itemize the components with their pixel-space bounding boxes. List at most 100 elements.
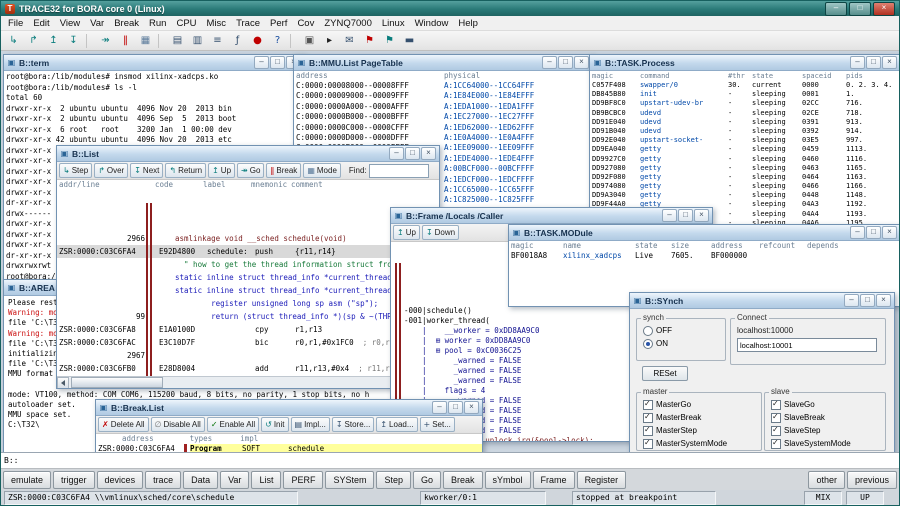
scrollbar-thumb[interactable]	[71, 377, 163, 388]
close-button[interactable]: ×	[574, 56, 589, 69]
reset-button[interactable]: RESet	[642, 366, 688, 381]
softkey-list[interactable]: List	[251, 471, 281, 489]
checkbox-slavestep[interactable]: SlaveStep	[771, 426, 885, 437]
menu-file[interactable]: File	[3, 18, 28, 29]
pagetable-row[interactable]: C:0000:0000A000--0000AFFFA:1EDA1000--1ED…	[296, 102, 590, 112]
window-titlebar[interactable]: ▣ B::TASK.MODule –□×	[509, 225, 899, 241]
app-minimize-button[interactable]: –	[825, 2, 847, 16]
close-button[interactable]: ×	[421, 147, 436, 160]
window-titlebar[interactable]: ▣ B::List –□×	[57, 146, 439, 162]
asm-row[interactable]: ZSR:0000:C03C6FA8E1A0100Dcpyr1,r13	[57, 323, 439, 336]
softkey-frame[interactable]: Frame	[533, 471, 575, 489]
checkbox-slavesystemmode[interactable]: SlaveSystemMode	[771, 439, 885, 450]
chip-icon[interactable]: ▣	[300, 32, 319, 50]
pagetable-row[interactable]: C:0000:0000D000--0000DFFFA:1E0A4000--1E0…	[296, 133, 590, 143]
up-button[interactable]: ↥Up	[208, 163, 235, 178]
softkey-var[interactable]: Var	[220, 471, 249, 489]
disable-all-button[interactable]: ∅Disable All	[151, 417, 205, 432]
maximize-button[interactable]: □	[405, 147, 420, 160]
softkey-trigger[interactable]: trigger	[53, 471, 95, 489]
softkey-step[interactable]: Step	[376, 471, 411, 489]
manual-icon[interactable]: ▬	[400, 32, 419, 50]
app-close-button[interactable]: ×	[873, 2, 895, 16]
process-row[interactable]: DD927080getty-sleeping04631165.	[592, 164, 898, 173]
minimize-button[interactable]: –	[850, 56, 865, 69]
maximize-button[interactable]: □	[866, 56, 881, 69]
menu-help[interactable]: Help	[453, 18, 483, 29]
asm-row[interactable]: ZSR:0000:C03C6FB0E28D8004addr11,r13,#0x4…	[57, 362, 439, 375]
menu-cpu[interactable]: CPU	[171, 18, 201, 29]
go-icon[interactable]: ↠	[96, 32, 115, 50]
dump-window-icon[interactable]: ▥	[188, 32, 207, 50]
process-row[interactable]: DD9927C0getty-sleeping04601116.	[592, 155, 898, 164]
minimize-button[interactable]: –	[389, 147, 404, 160]
set--button[interactable]: +Set...	[420, 417, 455, 432]
softkey-previous[interactable]: previous	[847, 471, 897, 489]
window-titlebar[interactable]: ▣ B::MMU.List PageTable –□×	[294, 55, 592, 71]
minimize-button[interactable]: –	[662, 209, 677, 222]
step-button[interactable]: ↳Step	[59, 163, 92, 178]
softkey-other[interactable]: other	[808, 471, 845, 489]
command-line[interactable]: B::	[1, 452, 899, 468]
menu-edit[interactable]: Edit	[28, 18, 54, 29]
source-row[interactable]: 99 return (struct thread_info *)(sp & ~(…	[57, 310, 439, 323]
mail-icon[interactable]: ✉	[340, 32, 359, 50]
breakpoint-row[interactable]: ZSR:0000:C03C6FA4ProgramSOFTschedule	[96, 444, 482, 452]
process-row[interactable]: DD92F080getty-sleeping04641163.	[592, 173, 898, 182]
app-titlebar[interactable]: T TRACE32 for BORA core 0 (Linux) –□×	[1, 1, 899, 16]
checkbox-slavebreak[interactable]: SlaveBreak	[771, 413, 885, 424]
window-titlebar[interactable]: ▣ B::Break.List –□×	[96, 400, 482, 416]
process-row[interactable]: DD9EA040getty-sleeping04591113.	[592, 145, 898, 154]
scroll-left-button[interactable]	[57, 377, 69, 389]
close-button[interactable]: ×	[876, 294, 891, 307]
checkbox-slavego[interactable]: SlaveGo	[771, 400, 885, 411]
step-over-icon[interactable]: ↱	[24, 32, 43, 50]
store--button[interactable]: ↧Store...	[332, 417, 375, 432]
menu-var[interactable]: Var	[85, 18, 109, 29]
pagetable-row[interactable]: C:0000:0000C000--0000CFFFA:1ED62000--1ED…	[296, 123, 590, 133]
process-row[interactable]: DD9A3040getty-sleeping04481148.	[592, 191, 898, 200]
delete-all-button[interactable]: ✗Delete All	[98, 417, 149, 432]
step-out-icon[interactable]: ↥	[44, 32, 63, 50]
step-icon[interactable]: ↳	[4, 32, 23, 50]
softkey-emulate[interactable]: emulate	[3, 471, 51, 489]
breakpoint-list-icon[interactable]: ●	[248, 32, 267, 50]
flag-teal-icon[interactable]: ⚑	[380, 32, 399, 50]
softkey-break[interactable]: Break	[443, 471, 483, 489]
step-return-icon[interactable]: ↧	[64, 32, 83, 50]
checkbox-masterbreak[interactable]: MasterBreak	[643, 413, 761, 424]
mode-icon[interactable]: ▦	[136, 32, 155, 50]
close-button[interactable]: ×	[464, 401, 479, 414]
menu-misc[interactable]: Misc	[202, 18, 232, 29]
find-input[interactable]	[369, 164, 429, 178]
softkey-system[interactable]: SYStem	[325, 471, 374, 489]
source-row[interactable]: 2966asmlinkage void __sched schedule(voi…	[57, 232, 439, 245]
source-row[interactable]: 2967	[57, 349, 439, 362]
process-row[interactable]: DD974080getty-sleeping04661166.	[592, 182, 898, 191]
minimize-button[interactable]: –	[844, 294, 859, 307]
over-button[interactable]: ↱Over	[94, 163, 128, 178]
process-row[interactable]: DD9BF8C0upstart-udev-br-sleeping02CC716.	[592, 99, 898, 108]
close-button[interactable]: ×	[882, 56, 897, 69]
maximize-button[interactable]: □	[270, 56, 285, 69]
maximize-button[interactable]: □	[448, 401, 463, 414]
process-row[interactable]: DD92E040upstart-socket--sleeping03E5997.	[592, 136, 898, 145]
minimize-button[interactable]: –	[432, 401, 447, 414]
menu-cov[interactable]: Cov	[292, 18, 319, 29]
menu-perf[interactable]: Perf	[265, 18, 292, 29]
process-row[interactable]: DD91B040udevd-sleeping0392914.	[592, 127, 898, 136]
break-button[interactable]: ‖Break	[266, 163, 301, 178]
next-button[interactable]: ↧Next	[130, 163, 163, 178]
pagetable-row[interactable]: C:0000:00008000--00008FFFA:1CC64000--1CC…	[296, 81, 590, 91]
terminal-icon[interactable]: ▸	[320, 32, 339, 50]
menu-view[interactable]: View	[55, 18, 85, 29]
softkey-perf[interactable]: PERF	[283, 471, 323, 489]
softkey-devices[interactable]: devices	[97, 471, 144, 489]
source-row[interactable]: register unsigned long sp asm ("sp");	[57, 297, 439, 310]
load--button[interactable]: ↥Load...	[376, 417, 417, 432]
module-row[interactable]: BF0018A8xilinx_xadcpsLive7605.BF000000	[511, 251, 898, 261]
window-titlebar[interactable]: ▣ B::TASK.Process –□×	[590, 55, 899, 71]
radio-off[interactable]: OFF	[643, 326, 725, 337]
close-button[interactable]: ×	[882, 226, 897, 239]
menu-zynq7000[interactable]: ZYNQ7000	[319, 18, 377, 29]
